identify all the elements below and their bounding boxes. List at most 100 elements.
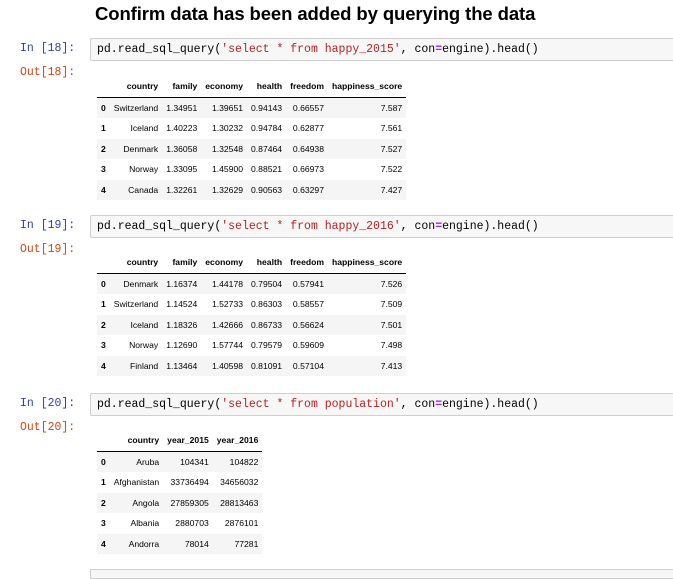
row-index: 1 xyxy=(101,123,106,134)
table-cell: 0.64938 xyxy=(292,143,324,154)
column-header: family xyxy=(162,252,202,274)
table-cell: 77281 xyxy=(234,538,259,549)
code-cell-input[interactable]: pd.read_sql_query('select * from populat… xyxy=(90,393,673,416)
code-cell-input[interactable]: pd.read_sql_query('select * from happy_2… xyxy=(90,38,673,61)
table-cell: 0.87464 xyxy=(251,143,283,154)
input-prompt: In [19]: xyxy=(20,219,76,232)
table-cell: Andorra xyxy=(128,538,160,549)
table-cell: 1.33095 xyxy=(166,164,198,175)
code-sql-string: 'select * from happy_2016' xyxy=(221,220,401,233)
table-header: country family economy health freedom happine… xyxy=(97,76,407,98)
table-cell: Switzerland xyxy=(113,299,159,310)
code-cell-input[interactable]: pd.read_sql_query('select * from happy_2… xyxy=(90,215,673,238)
table-cell: 1.45900 xyxy=(211,164,244,175)
code-call-tail: engine).head() xyxy=(442,43,539,56)
table-body: 0 Switzerland 1.34951 1.39651 0.94143 0.66557… xyxy=(97,97,407,200)
table-cell: Albania xyxy=(130,518,160,529)
column-header: economy xyxy=(201,76,248,98)
code-call-tail: engine).head() xyxy=(442,398,539,411)
table-cell: 1.39651 xyxy=(211,102,244,113)
row-index: 2 xyxy=(101,143,106,154)
row-index: 1 xyxy=(101,477,106,488)
header-row: country year_2015 year_2016 xyxy=(97,430,263,452)
code-function: pd.read_sql_query( xyxy=(97,43,222,56)
table-cell: Aruba xyxy=(136,456,160,467)
table-body: 0 Aruba 104341 104822 1 Afghanistan 33736494 34… xyxy=(97,451,263,554)
table-cell: 0.86733 xyxy=(251,319,283,330)
input-prompt: In [20]: xyxy=(20,397,76,410)
row-index: 4 xyxy=(101,360,106,371)
table-cell: 0.86303 xyxy=(251,299,283,310)
table-cell: 1.57744 xyxy=(211,340,244,351)
row-index: 3 xyxy=(101,340,106,351)
code-argument: , con xyxy=(400,43,436,56)
table-cell: 0.81091 xyxy=(251,360,283,371)
row-index: 1 xyxy=(101,299,106,310)
column-header: year_2015 xyxy=(163,430,213,452)
table-cell: 0.57104 xyxy=(292,360,324,371)
table-cell: Denmark xyxy=(123,278,159,289)
table-cell: 0.94143 xyxy=(251,102,283,113)
column-header: happiness_score xyxy=(328,252,407,274)
output-prompt: Out[20]: xyxy=(20,421,76,434)
table-row: 1 Iceland 1.40223 1.30232 0.94784 0.62877 7.56… xyxy=(97,118,406,139)
table-cell: 1.32629 xyxy=(211,184,244,195)
column-header: economy xyxy=(201,252,248,274)
row-index: 0 xyxy=(101,278,106,289)
table-row: 0 Switzerland 1.34951 1.39651 0.94143 0.66557… xyxy=(97,97,407,118)
table-cell: Iceland xyxy=(130,123,159,134)
code-sql-string: 'select * from happy_2015' xyxy=(221,43,401,56)
table-cell: 7.427 xyxy=(380,184,403,195)
table-cell: 0.66557 xyxy=(292,102,324,113)
table-row: 4 Canada 1.32261 1.32629 0.90563 0.63297 7.427 xyxy=(97,179,407,200)
table-row: 3 Norway 1.33095 1.45900 0.88521 0.66973 7.522 xyxy=(97,159,406,180)
table-row: 0 Aruba 104341 104822 xyxy=(97,451,263,472)
index-header xyxy=(97,76,110,98)
table-body: 0 Denmark 1.16374 1.44178 0.79504 0.57941 7.52… xyxy=(97,273,407,376)
table-cell: 1.40223 xyxy=(166,123,198,134)
table-row: 3 Albania 2880703 2876101 xyxy=(97,513,262,534)
table-cell: 1.42666 xyxy=(211,319,244,330)
table-cell: 1.14524 xyxy=(166,299,198,310)
row-index: 3 xyxy=(101,518,106,529)
table-cell: 1.13464 xyxy=(166,360,198,371)
table-cell: Norway xyxy=(129,340,159,351)
table-cell: 7.498 xyxy=(380,340,403,351)
table-cell: 104341 xyxy=(180,456,209,467)
table-cell: 1.36058 xyxy=(166,143,198,154)
table-row: 4 Finland 1.13464 1.40598 0.81091 0.57104 7.41… xyxy=(97,355,407,376)
table-cell: 0.90563 xyxy=(251,184,283,195)
output-prompt: Out[18]: xyxy=(20,66,76,79)
table-cell: 0.62877 xyxy=(292,123,324,134)
table-cell: 0.57941 xyxy=(292,278,324,289)
dataframe-table: country family economy health freedom happine… xyxy=(97,252,407,376)
table-cell: 1.40598 xyxy=(211,360,244,371)
table-cell: 0.56624 xyxy=(292,319,324,330)
table-cell: 1.12690 xyxy=(166,340,198,351)
code-function: pd.read_sql_query( xyxy=(97,220,222,233)
table-row: 1 Afghanistan 33736494 34656032 xyxy=(97,472,262,493)
table-cell: 7.413 xyxy=(380,360,403,371)
table-cell: Norway xyxy=(129,164,159,175)
output-prompt: Out[19]: xyxy=(20,243,76,256)
table-cell: 7.501 xyxy=(380,319,403,330)
table-cell: 33736494 xyxy=(170,477,209,488)
index-header xyxy=(97,252,110,274)
column-header: country xyxy=(109,252,163,274)
table-cell: 0.79579 xyxy=(251,340,283,351)
table-row: 0 Denmark 1.16374 1.44178 0.79504 0.57941 7.52… xyxy=(97,273,407,294)
column-header: health xyxy=(247,252,287,274)
table-row: 4 Andorra 78014 77281 xyxy=(97,533,263,554)
table-cell: 1.34951 xyxy=(166,102,198,113)
table-cell: 1.30232 xyxy=(211,123,244,134)
table-cell: 7.526 xyxy=(380,278,403,289)
table-cell: 0.59609 xyxy=(292,340,324,351)
code-function: pd.read_sql_query( xyxy=(97,398,222,411)
table-cell: 1.18326 xyxy=(166,319,198,330)
table-cell: Iceland xyxy=(130,319,159,330)
column-header: year_2016 xyxy=(212,430,263,452)
table-cell: 1.52733 xyxy=(211,299,244,310)
next-code-cell[interactable] xyxy=(90,569,673,579)
row-index: 2 xyxy=(101,319,106,330)
table-cell: 0.94784 xyxy=(251,123,283,134)
